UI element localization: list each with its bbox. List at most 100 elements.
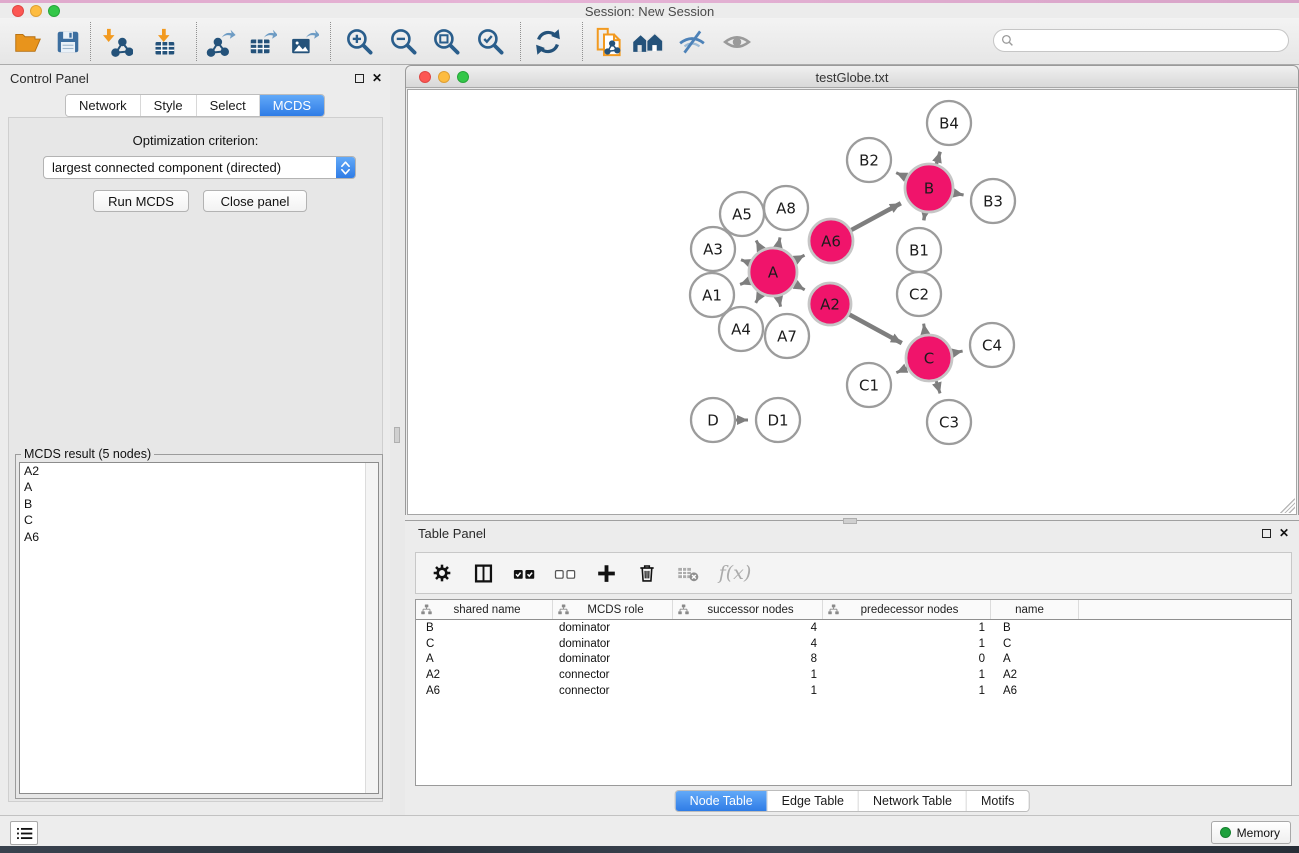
criterion-dropdown[interactable]: largest connected component (directed) [43, 156, 356, 179]
edge-C-C4[interactable] [953, 351, 963, 353]
result-item[interactable]: B [20, 496, 378, 512]
open-session-icon[interactable] [12, 26, 44, 58]
network-graph[interactable]: B4B2BB3A5A8A6A3AB1A1A2C2A4A7C4CC1DD1C3 [408, 90, 1298, 515]
zoom-in-icon[interactable] [344, 26, 376, 58]
zoom-out-icon[interactable] [388, 26, 420, 58]
close-panel-icon[interactable]: ✕ [372, 73, 382, 83]
edge-A-A3[interactable] [741, 260, 750, 263]
edge-C-C1[interactable] [896, 368, 907, 373]
table-tab-node-table[interactable]: Node Table [676, 791, 767, 811]
result-item[interactable]: A2 [20, 463, 378, 479]
horizontal-splitter-handle[interactable] [843, 518, 857, 524]
edge-B-B2[interactable] [896, 173, 906, 178]
edge-A6-B[interactable] [851, 203, 901, 230]
deselect-all-icon[interactable] [553, 561, 577, 585]
column-header-shared-name[interactable]: shared name [416, 600, 553, 619]
edge-B-B3[interactable] [953, 193, 963, 195]
node-label-C: C [924, 349, 934, 367]
result-item[interactable]: C [20, 512, 378, 528]
vertical-splitter[interactable] [390, 65, 405, 815]
result-item[interactable]: A6 [20, 529, 378, 545]
settings-icon[interactable] [430, 561, 454, 585]
hide-selected-icon[interactable] [676, 26, 708, 58]
table-row[interactable]: Cdominator41C [416, 636, 1291, 652]
table-row[interactable]: A6connector11A6 [416, 683, 1291, 699]
tab-style[interactable]: Style [140, 95, 196, 116]
export-network-icon[interactable] [205, 26, 237, 58]
mcds-result-list[interactable]: A2ABCA6 [19, 462, 379, 794]
import-network-icon[interactable] [102, 26, 134, 58]
show-all-icon[interactable] [721, 26, 753, 58]
tab-network[interactable]: Network [66, 95, 140, 116]
refresh-icon[interactable] [532, 26, 564, 58]
edge-A-A6[interactable] [795, 255, 804, 260]
table-tab-edge-table[interactable]: Edge Table [767, 791, 858, 811]
save-session-icon[interactable] [52, 26, 84, 58]
network-canvas[interactable]: B4B2BB3A5A8A6A3AB1A1A2C2A4A7C4CC1DD1C3 [407, 89, 1297, 515]
edge-A-A4[interactable] [756, 294, 761, 303]
cell-name: A2 [991, 669, 1079, 681]
table-tab-motifs[interactable]: Motifs [966, 791, 1028, 811]
edge-B-B4[interactable] [936, 152, 940, 164]
cell-name: C [991, 638, 1079, 650]
edge-A-A2[interactable] [795, 284, 805, 290]
search-icon [1001, 34, 1014, 47]
edge-B-B1[interactable] [924, 213, 925, 221]
zoom-fit-icon[interactable] [431, 26, 463, 58]
cell-shared-name: A [416, 653, 553, 665]
task-history-button[interactable] [10, 821, 38, 845]
export-image-icon[interactable] [288, 26, 320, 58]
node-label-D: D [707, 411, 719, 429]
delete-row-icon[interactable] [635, 561, 659, 585]
import-table-icon[interactable] [147, 26, 179, 58]
zoom-selected-icon[interactable] [475, 26, 507, 58]
show-columns-icon[interactable] [471, 561, 495, 585]
apply-function-icon[interactable]: f(x) [717, 561, 753, 585]
table-row[interactable]: Adominator80A [416, 652, 1291, 668]
cell-successor-nodes: 8 [673, 653, 823, 665]
select-all-icon[interactable] [512, 561, 536, 585]
add-row-icon[interactable] [594, 561, 618, 585]
cell-name: A [991, 653, 1079, 665]
node-label-A2: A2 [820, 295, 840, 313]
edge-A-A7[interactable] [778, 296, 780, 306]
edge-A-A5[interactable] [756, 240, 761, 249]
table-tab-network-table[interactable]: Network Table [858, 791, 966, 811]
close-panel-button[interactable]: Close panel [203, 190, 307, 212]
column-header-mcds-role[interactable]: MCDS role [553, 600, 673, 619]
result-item[interactable]: A [20, 479, 378, 495]
export-table-icon[interactable] [246, 26, 278, 58]
float-panel-icon[interactable] [355, 74, 364, 83]
resize-grip[interactable] [1280, 498, 1295, 513]
column-header-successor-nodes[interactable]: successor nodes [673, 600, 823, 619]
table-row[interactable]: A2connector11A2 [416, 667, 1291, 683]
cell-predecessor-nodes: 1 [823, 638, 991, 650]
tab-mcds[interactable]: MCDS [259, 95, 324, 116]
duplicate-network-icon[interactable] [593, 26, 625, 58]
edge-A-A8[interactable] [778, 237, 780, 247]
edge-A-A1[interactable] [740, 281, 750, 285]
search-field[interactable] [993, 29, 1289, 52]
table-panel-title: Table Panel [418, 526, 486, 541]
delete-table-icon[interactable] [676, 561, 700, 585]
tab-select[interactable]: Select [196, 95, 259, 116]
toolbar-separator [196, 22, 197, 61]
edge-C-C3[interactable] [936, 381, 940, 393]
table-row[interactable]: Bdominator41B [416, 620, 1291, 636]
search-input[interactable] [1014, 31, 1288, 50]
splitter-handle[interactable] [394, 427, 400, 443]
memory-status-icon [1220, 827, 1231, 838]
node-table[interactable]: shared nameMCDS rolesuccessor nodesprede… [415, 599, 1292, 786]
edge-A2-C[interactable] [849, 315, 901, 344]
column-header-name[interactable]: name [991, 600, 1079, 619]
memory-button[interactable]: Memory [1211, 821, 1291, 844]
result-scrollbar[interactable] [365, 463, 378, 793]
network-window-titlebar[interactable]: testGlobe.txt [406, 66, 1298, 88]
cell-name: B [991, 622, 1079, 634]
close-table-panel-icon[interactable]: ✕ [1279, 528, 1289, 538]
first-neighbors-icon[interactable] [632, 26, 664, 58]
run-mcds-button[interactable]: Run MCDS [93, 190, 189, 212]
edge-C-C2[interactable] [924, 324, 926, 335]
column-header-predecessor-nodes[interactable]: predecessor nodes [823, 600, 991, 619]
float-table-panel-icon[interactable] [1262, 529, 1271, 538]
